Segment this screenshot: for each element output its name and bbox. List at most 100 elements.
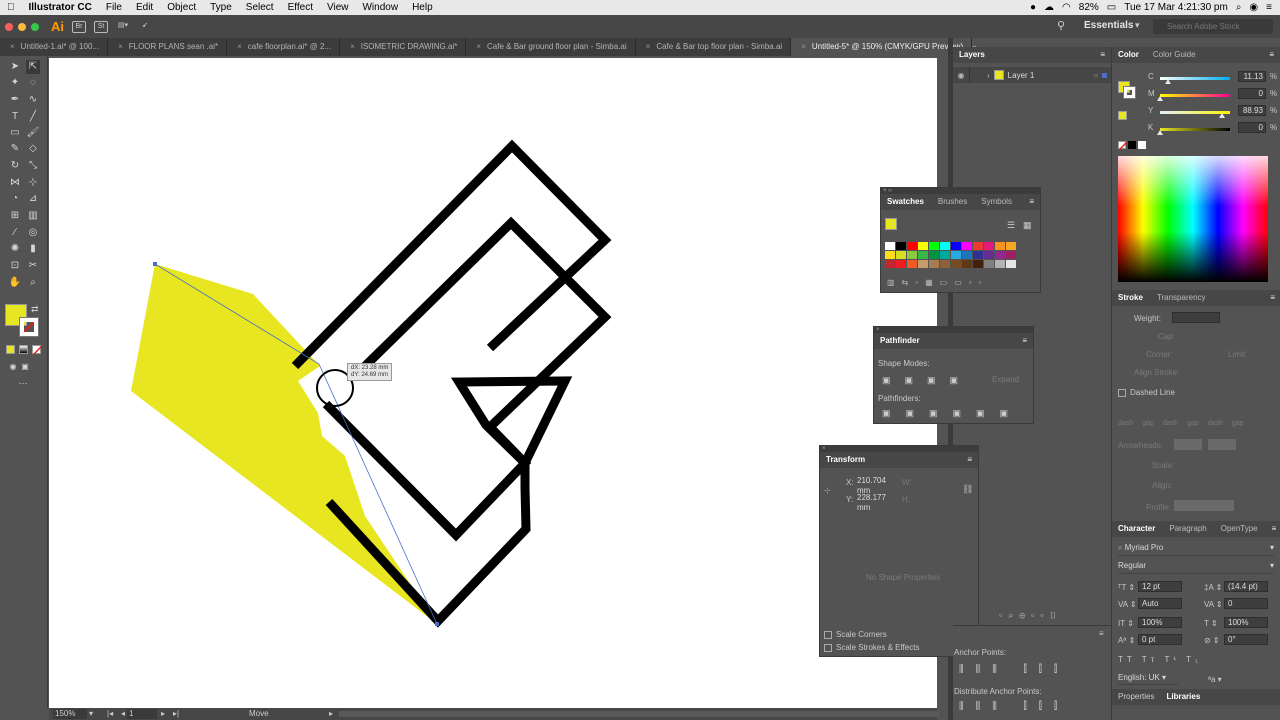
tab-isometric-drawing[interactable]: × ISOMETRIC DRAWING.ai* — [340, 38, 467, 56]
hand-tool-icon[interactable]: ✋ — [8, 276, 22, 290]
anchor-point[interactable] — [153, 262, 157, 266]
swatch-chip[interactable] — [1006, 251, 1016, 259]
status-icon[interactable]: ● — [1030, 2, 1036, 13]
rectangle-tool-icon[interactable]: ▭ — [8, 126, 22, 140]
swatch-chip[interactable] — [962, 242, 972, 250]
zoom-tool-icon[interactable]: ⌕ — [26, 276, 40, 290]
expand-button[interactable]: Expand — [992, 375, 1019, 384]
swatch-chip[interactable] — [885, 251, 895, 259]
slider-thumb[interactable] — [1157, 96, 1163, 101]
color-mode-icon[interactable] — [6, 345, 15, 354]
swatch-chip[interactable] — [951, 251, 961, 259]
distribute-anchor-buttons[interactable]: ⫼⫼⫼ ⫿⫿⫿ — [959, 701, 1069, 712]
spotlight-icon[interactable]: ⌕ — [1236, 2, 1242, 13]
swatch-chip[interactable] — [918, 242, 928, 250]
rotate-tool-icon[interactable]: ↻ — [8, 159, 22, 173]
close-icon[interactable]: × — [350, 42, 355, 51]
menu-object[interactable]: Object — [160, 0, 203, 15]
swatch-chip[interactable] — [896, 242, 906, 250]
tab-opentype[interactable]: OpenType — [1221, 521, 1272, 537]
swatch-chip[interactable] — [984, 260, 994, 268]
font-style-select[interactable]: Regular ▾ — [1118, 561, 1274, 574]
menu-edit[interactable]: Edit — [129, 0, 160, 15]
blend-tool-icon[interactable]: ◎ — [26, 226, 40, 240]
visibility-eye-icon[interactable]: ◉ — [953, 71, 969, 80]
bridge-icon[interactable]: Br — [72, 20, 86, 33]
slider-m[interactable] — [1160, 94, 1230, 97]
scale-corners-checkbox[interactable] — [824, 630, 832, 639]
layer-name[interactable]: Layer 1 — [1008, 71, 1035, 80]
dashed-line-row[interactable]: Dashed Line — [1118, 388, 1175, 397]
layers-tab[interactable]: Layers — [959, 47, 999, 63]
arrange-documents-icon[interactable]: ▤▾ — [116, 21, 130, 33]
curvature-tool-icon[interactable]: ∿ — [26, 93, 40, 107]
eyedropper-icon[interactable]: ⁄ — [8, 226, 22, 240]
profile-select[interactable] — [1174, 500, 1234, 511]
first-artboard-icon[interactable]: |◂ — [107, 709, 113, 718]
inner-outline-path[interactable] — [325, 376, 573, 628]
leading-field[interactable]: (14.4 pt) — [1224, 581, 1268, 592]
swatch-chip[interactable] — [929, 260, 939, 268]
scale-strokes-checkbox[interactable] — [824, 643, 832, 652]
menu-list-icon[interactable]: ≡ — [1266, 2, 1272, 13]
swatch-chip[interactable] — [995, 260, 1005, 268]
swatch-chip[interactable] — [907, 242, 917, 250]
close-icon[interactable]: × — [118, 42, 123, 51]
edit-toolbar-icon[interactable]: ⋯ — [16, 376, 30, 390]
arrowhead-start-select[interactable] — [1174, 439, 1202, 450]
eraser-icon[interactable]: ◇ — [26, 142, 40, 156]
outer-outline-path[interactable] — [291, 139, 612, 370]
close-icon[interactable]: × — [646, 42, 651, 51]
tab-paragraph[interactable]: Paragraph — [1169, 521, 1220, 537]
swatch-fill-preview[interactable] — [885, 218, 897, 230]
swap-fill-stroke-icon[interactable]: ⇄ — [31, 304, 39, 315]
menu-type[interactable]: Type — [203, 0, 239, 15]
selection-tool-icon[interactable]: ➤ — [8, 60, 22, 74]
swatch-chip[interactable] — [918, 260, 928, 268]
swatch-chip[interactable] — [973, 242, 983, 250]
apple-icon[interactable]:  — [0, 0, 22, 15]
swatch-chip[interactable] — [984, 251, 994, 259]
wifi-icon[interactable]: ◠ — [1062, 2, 1071, 13]
list-view-icon[interactable]: ☰ — [1007, 220, 1015, 231]
expand-chevron-icon[interactable]: › — [987, 71, 990, 80]
direct-selection-tool-icon[interactable]: ⇱ — [26, 60, 40, 74]
font-family-select[interactable]: ⌕ Myriad Pro ▾ — [1118, 543, 1274, 556]
artboard-canvas[interactable]: dX: 23.28 mm dY: 24.69 mm — [49, 58, 937, 708]
swatch-chip[interactable] — [951, 242, 961, 250]
swatches-footer-icons[interactable]: ▥⇆▫▦▭▭▫▫ — [887, 278, 988, 287]
swatch-chip[interactable] — [929, 251, 939, 259]
tab-ground-floor-plan[interactable]: × Cafe & Bar ground floor plan - Simba.ai — [466, 38, 636, 56]
color-stroke-swatch[interactable] — [1123, 86, 1136, 99]
artwork[interactable] — [49, 58, 937, 708]
battery-icon[interactable]: ▭ — [1107, 2, 1116, 13]
tab-brushes[interactable]: Brushes — [938, 194, 981, 210]
tracking-field[interactable]: 0 — [1224, 598, 1268, 609]
menu-window[interactable]: Window — [355, 0, 405, 15]
grid-view-icon[interactable]: ▦ — [1023, 220, 1032, 231]
free-transform-icon[interactable]: ⊹ — [26, 176, 40, 190]
black-color-swatch[interactable] — [1128, 141, 1136, 149]
clock[interactable]: Tue 17 Mar 4:21:30 pm — [1124, 2, 1228, 13]
user-icon[interactable]: ◉ — [1249, 2, 1258, 13]
panel-menu-icon[interactable]: ≡ — [1029, 194, 1040, 210]
target-icon[interactable]: ○ — [1093, 71, 1098, 80]
next-artboard-icon[interactable]: ▸ — [161, 709, 165, 718]
shape-mode-buttons[interactable]: ▣▣▣▣ — [882, 375, 972, 386]
layer-row[interactable]: ◉ › Layer 1 ○ — [953, 67, 1111, 83]
cloud-icon[interactable]: ☁ — [1044, 2, 1054, 13]
swatch-chip[interactable] — [918, 251, 928, 259]
none-mode-icon[interactable] — [32, 345, 42, 355]
gradient-tool-icon[interactable]: ▥ — [26, 209, 40, 223]
zoom-level-field[interactable]: 150% — [53, 709, 87, 719]
tab-pathfinder[interactable]: Pathfinder — [880, 333, 934, 349]
panel-menu-icon[interactable]: ≡ — [1269, 47, 1280, 63]
panel-menu-icon[interactable]: ≡ — [1270, 290, 1280, 306]
mesh-tool-icon[interactable]: ⊞ — [8, 209, 22, 223]
close-icon[interactable]: × — [801, 42, 806, 51]
battery-percent[interactable]: 82% — [1079, 2, 1099, 13]
tab-floor-plans[interactable]: × FLOOR PLANS sean .ai* — [108, 38, 228, 56]
white-color-swatch[interactable] — [1138, 141, 1146, 149]
kerning-field[interactable]: Auto — [1138, 598, 1182, 609]
panel-menu-icon[interactable]: ≡ — [1022, 333, 1033, 349]
